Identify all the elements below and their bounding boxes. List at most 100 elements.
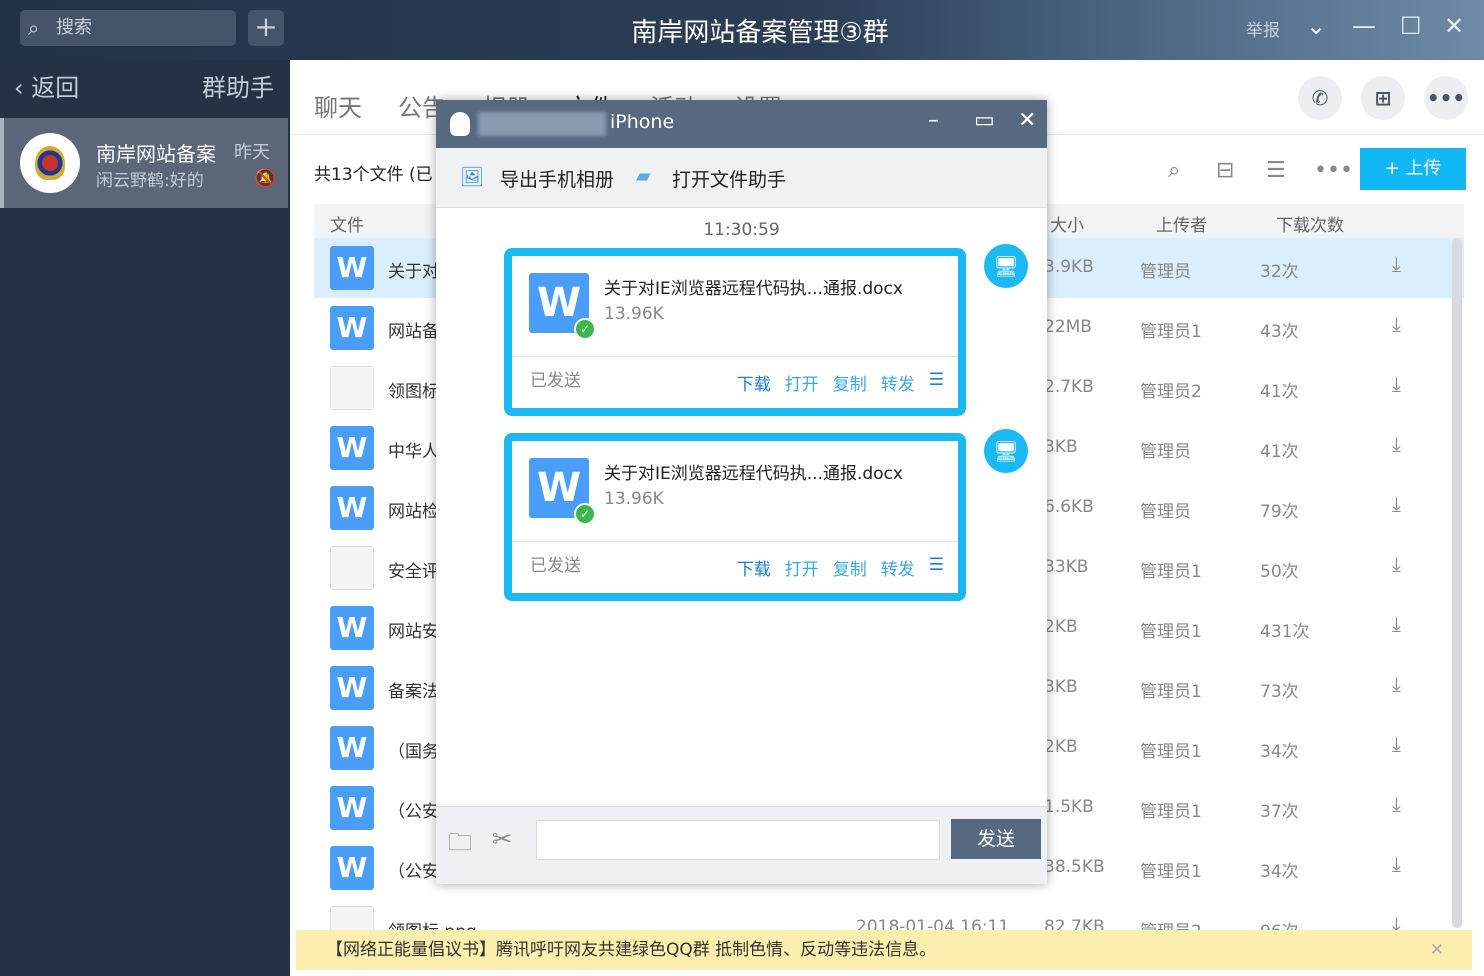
file-size: 3KB xyxy=(1044,677,1078,697)
back-label: 返回 xyxy=(31,74,80,102)
file-downloads: 41次 xyxy=(1260,382,1299,402)
more-icon[interactable]: ••• xyxy=(1424,76,1468,120)
window-title: 南岸网站备案管理③群 xyxy=(631,18,889,48)
file-name: 网站备 xyxy=(388,322,439,342)
list-view-icon[interactable]: ☰ xyxy=(1266,158,1286,183)
menu-icon[interactable]: ☰ xyxy=(929,370,944,395)
file-uploader: 管理员1 xyxy=(1140,682,1202,702)
file-count: 共13个文件 (已 xyxy=(314,165,433,185)
report-link[interactable]: 举报 xyxy=(1246,16,1280,41)
group-helper-link[interactable]: 群助手 xyxy=(202,68,274,103)
police-emblem-icon xyxy=(35,146,65,180)
image-file-icon xyxy=(330,366,374,410)
download-icon[interactable]: ⤓ xyxy=(1392,312,1401,336)
notice-text[interactable]: 【网络正能量倡议书】腾讯呼吁网友共建绿色QQ群 抵制色情、反动等违法信息。 xyxy=(326,940,936,960)
send-button[interactable]: 发送 xyxy=(951,819,1041,859)
maximize-button[interactable]: ▭ xyxy=(974,108,995,133)
file-actions: 下载 打开 复制 转发 ☰ xyxy=(737,370,944,395)
file-name: 备案法 xyxy=(388,682,439,702)
file-downloads: 73次 xyxy=(1260,682,1299,702)
file-name: （公安 xyxy=(388,802,439,822)
copy-link[interactable]: 复制 xyxy=(833,555,867,580)
dialog-toolbar: 🖼 导出手机相册 ▰ 打开文件助手 xyxy=(436,148,1047,208)
download-icon[interactable]: ⤓ xyxy=(1392,252,1401,276)
phone-icon[interactable]: ✆ xyxy=(1298,76,1342,120)
word-file-icon: W xyxy=(330,846,374,890)
conversation-name: 南岸网站备案 xyxy=(96,142,216,166)
word-file-icon: W xyxy=(330,786,374,830)
add-button[interactable]: + xyxy=(248,10,284,46)
image-file-icon xyxy=(330,546,374,590)
download-link[interactable]: 下载 xyxy=(737,555,771,580)
file-size: 13.96K xyxy=(604,304,664,324)
file-name: 中华人 xyxy=(388,442,439,462)
forward-link[interactable]: 转发 xyxy=(881,370,915,395)
message-input[interactable] xyxy=(536,820,940,860)
download-icon[interactable]: ⤓ xyxy=(1392,672,1401,696)
message-time: 11:30:59 xyxy=(703,220,780,240)
new-message-icon[interactable]: ⊞ xyxy=(1361,76,1405,120)
file-uploader: 管理员 xyxy=(1140,262,1191,282)
file-uploader: 管理员 xyxy=(1140,442,1191,462)
file-downloads: 79次 xyxy=(1260,502,1299,522)
file-actions: 下载 打开 复制 转发 ☰ xyxy=(737,555,944,580)
word-file-icon: W xyxy=(330,246,374,290)
tab-chat[interactable]: 聊天 xyxy=(314,88,362,123)
download-icon[interactable]: ⤓ xyxy=(1392,792,1401,816)
forward-link[interactable]: 转发 xyxy=(881,555,915,580)
chevron-down-icon[interactable]: ⌄ xyxy=(1306,12,1326,40)
minimize-button[interactable]: – xyxy=(928,108,939,133)
menu-icon[interactable]: ☰ xyxy=(929,555,944,580)
send-status: 已发送 xyxy=(530,556,581,576)
export-album-button[interactable]: 导出手机相册 xyxy=(500,165,614,192)
open-link[interactable]: 打开 xyxy=(785,370,819,395)
conversation-item[interactable]: 南岸网站备案 闲云野鹤:好的 昨天 🔕 xyxy=(0,118,288,208)
upload-button[interactable]: + 上传 xyxy=(1360,148,1466,190)
send-status: 已发送 xyxy=(530,371,581,391)
download-link[interactable]: 下载 xyxy=(737,370,771,395)
download-icon[interactable]: ⤓ xyxy=(1392,432,1401,456)
divider xyxy=(512,541,958,542)
conversation-time: 昨天 xyxy=(234,142,270,163)
file-size: 38.5KB xyxy=(1044,857,1105,877)
file-name: 网站检 xyxy=(388,502,439,522)
download-icon[interactable]: ⤓ xyxy=(1392,732,1401,756)
file-size: 22MB xyxy=(1044,317,1092,337)
maximize-button[interactable]: ☐ xyxy=(1400,12,1422,40)
file-uploader: 管理员1 xyxy=(1140,802,1202,822)
close-button[interactable]: ✕ xyxy=(1018,108,1036,133)
download-icon[interactable]: ⤓ xyxy=(1392,492,1401,516)
scissors-icon[interactable]: ✂ xyxy=(492,825,512,853)
search-placeholder: 搜索 xyxy=(56,17,92,38)
computer-avatar-icon: 🖥 xyxy=(984,244,1028,288)
computer-avatar-icon: 🖥 xyxy=(984,429,1028,473)
folder-icon[interactable]: 🗀 xyxy=(448,825,472,866)
file-name: 关于对IE浏览器远程代码执...通报.docx xyxy=(604,279,903,299)
copy-link[interactable]: 复制 xyxy=(833,370,867,395)
scrollbar[interactable] xyxy=(1452,238,1462,928)
col-downloads: 下载次数 xyxy=(1276,216,1344,236)
col-size: 大小 xyxy=(1050,216,1084,236)
file-message-bubble: W ✓ 关于对IE浏览器远程代码执...通报.docx 13.96K 已发送 下载… xyxy=(504,433,966,601)
search-icon: ⌕ xyxy=(28,16,40,40)
inbox-icon[interactable]: ⊟ xyxy=(1216,158,1234,183)
check-icon: ✓ xyxy=(574,318,596,340)
file-size: 13.96K xyxy=(604,489,664,509)
search-input[interactable]: ⌕ 搜索 xyxy=(20,10,236,46)
file-downloads: 41次 xyxy=(1260,442,1299,462)
file-uploader: 管理员1 xyxy=(1140,742,1202,762)
open-file-helper-button[interactable]: 打开文件助手 xyxy=(672,165,786,192)
conversation-message: 闲云野鹤:好的 xyxy=(96,171,204,191)
download-icon[interactable]: ⤓ xyxy=(1392,372,1401,396)
word-file-icon: W xyxy=(330,726,374,770)
close-button[interactable]: ✕ xyxy=(1444,12,1464,40)
download-icon[interactable]: ⤓ xyxy=(1392,612,1401,636)
open-link[interactable]: 打开 xyxy=(785,555,819,580)
minimize-button[interactable]: — xyxy=(1352,12,1376,40)
download-icon[interactable]: ⤓ xyxy=(1392,852,1401,876)
back-button[interactable]: ‹ 返回 xyxy=(14,68,79,103)
search-icon[interactable]: ⌕ xyxy=(1168,158,1180,183)
close-icon[interactable]: ✕ xyxy=(1430,930,1444,970)
download-icon[interactable]: ⤓ xyxy=(1392,552,1401,576)
more-icon[interactable]: ••• xyxy=(1314,158,1353,183)
